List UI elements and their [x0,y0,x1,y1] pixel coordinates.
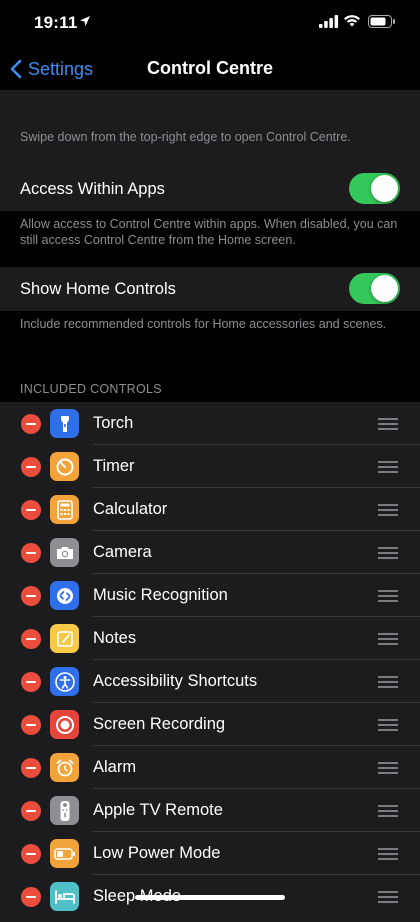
tv-remote-icon [50,796,79,825]
list-item-label: Accessibility Shortcuts [93,672,258,690]
list-item[interactable]: Accessibility Shortcuts [0,660,420,703]
list-item-label: Alarm [93,758,137,776]
remove-button[interactable] [21,500,41,520]
wifi-icon [344,15,360,27]
reorder-handle-icon[interactable] [378,461,398,473]
list-item-label: Low Power Mode [93,844,221,862]
access-within-apps-note: Allow access to Control Centre within ap… [20,217,398,247]
list-item[interactable]: Low Power Mode [0,832,420,875]
timer-icon [50,452,79,481]
location-arrow-icon [80,16,90,26]
remove-button[interactable] [21,543,41,563]
bed-icon [50,882,79,911]
cellular-signal-icon [319,15,339,28]
remove-button[interactable] [21,715,41,735]
screen-recording-icon [50,710,79,739]
remove-button[interactable] [21,887,41,907]
remove-button[interactable] [21,629,41,649]
page-title: Control Centre [147,58,273,78]
remove-button[interactable] [21,758,41,778]
remove-button[interactable] [21,414,41,434]
reorder-handle-icon[interactable] [378,891,398,903]
camera-icon [50,538,79,567]
reorder-handle-icon[interactable] [378,590,398,602]
reorder-handle-icon[interactable] [378,547,398,559]
battery-icon [50,839,79,868]
home-indicator[interactable] [135,895,285,900]
notes-icon [50,624,79,653]
list-item-label: Notes [93,629,137,647]
list-item-label: Calculator [93,500,168,518]
remove-button[interactable] [21,457,41,477]
list-item-label: Camera [93,543,152,561]
show-home-controls-toggle[interactable] [349,273,400,304]
list-item[interactable]: Torch [0,402,420,445]
accessibility-icon [50,667,79,696]
alarm-icon [50,753,79,782]
remove-button[interactable] [21,586,41,606]
list-item-label: Music Recognition [93,586,228,604]
list-item[interactable]: Alarm [0,746,420,789]
battery-status-icon [368,15,395,28]
list-item[interactable]: Screen Recording [0,703,420,746]
access-within-apps-toggle[interactable] [349,173,400,204]
access-within-apps-row[interactable]: Access Within Apps [0,167,420,211]
show-home-controls-row[interactable]: Show Home Controls [0,267,420,311]
remove-button[interactable] [21,672,41,692]
status-time: 19:11 [34,13,78,32]
reorder-handle-icon[interactable] [378,633,398,645]
list-item-label: Apple TV Remote [93,801,223,819]
shazam-icon [50,581,79,610]
list-item[interactable]: Apple TV Remote [0,789,420,832]
list-item-label: Torch [93,414,134,432]
list-item[interactable]: Notes [0,617,420,660]
reorder-handle-icon[interactable] [378,805,398,817]
reorder-handle-icon[interactable] [378,848,398,860]
reorder-handle-icon[interactable] [378,762,398,774]
included-controls-list: Torch Timer Calculator Camera Music Reco… [0,402,420,922]
intro-note: Swipe down from the top-right edge to op… [20,130,351,144]
list-item[interactable]: Music Recognition [0,574,420,617]
status-bar: 19:11 [0,0,420,48]
list-item-label: Timer [93,457,135,475]
access-within-apps-label: Access Within Apps [20,179,165,198]
reorder-handle-icon[interactable] [378,418,398,430]
list-item[interactable]: Calculator [0,488,420,531]
reorder-handle-icon[interactable] [378,719,398,731]
calculator-icon [50,495,79,524]
list-item[interactable]: Timer [0,445,420,488]
reorder-handle-icon[interactable] [378,676,398,688]
included-controls-header: INCLUDED CONTROLS [20,382,162,396]
torch-icon [50,409,79,438]
remove-button[interactable] [21,844,41,864]
list-item[interactable]: Camera [0,531,420,574]
list-item-label: Screen Recording [93,715,226,733]
show-home-controls-note: Include recommended controls for Home ac… [20,317,387,331]
reorder-handle-icon[interactable] [378,504,398,516]
navigation-bar: Settings Control Centre [0,48,420,90]
remove-button[interactable] [21,801,41,821]
show-home-controls-label: Show Home Controls [20,279,176,298]
